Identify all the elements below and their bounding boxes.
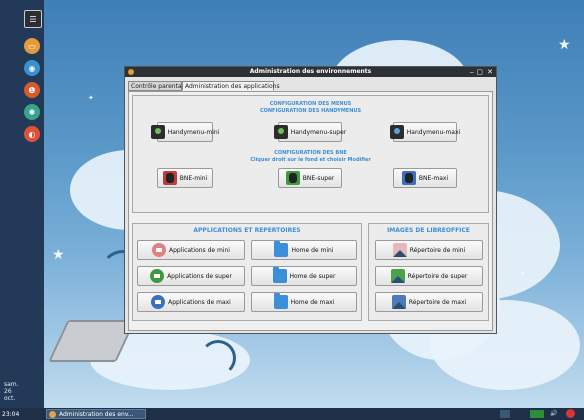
bne-subheading: Cliquer droit sur le fond et choisir Mod… [250,157,371,163]
menu-icon[interactable]: ☰ [24,10,42,28]
app-icon [152,243,167,257]
libreoffice-heading: IMAGES DE LIBREOFFICE [387,227,470,234]
tab-controle-parental[interactable]: Contrôle parental [128,81,183,91]
browser-launcher-icon[interactable]: ◉ [24,60,40,76]
character-icon [401,171,416,185]
spiral-decoration [200,340,236,376]
bne-mini-label: BNE-mini [179,174,208,182]
bne-heading: CONFIGURATION DES BNE [274,150,347,156]
tab-content: CONFIGURATION DES MENUS CONFIGURATION DE… [128,91,493,331]
applications-super-button[interactable]: Applications de super [137,266,245,286]
repertoire-super-label: Répertoire de super [407,272,468,280]
handymenu-super-button[interactable]: Handymenu-super [273,122,346,142]
left-panel: ☰ ▭ ◉ ❶ ✱ ◐ sam. 26 oct. [0,0,44,408]
character-icon [162,171,177,185]
star-decoration: ✦ [88,94,94,102]
applications-heading: APPLICATIONS ET REPERTOIRES [193,227,301,234]
bne-maxi-button[interactable]: BNE-maxi [393,168,457,188]
bne-super-label: BNE-super [302,174,335,182]
folder-launcher-icon[interactable]: ▭ [24,38,40,54]
date-month: oct. [4,395,16,402]
libreoffice-panel: IMAGES DE LIBREOFFICE Répertoire de mini… [368,223,489,321]
date-day: sam. [4,381,19,388]
home-super-label: Home de super [289,272,336,280]
handymenu-mini-label: Handymenu-mini [167,128,220,136]
volume-icon[interactable]: 🔊 [550,410,560,418]
power-icon[interactable] [566,409,575,418]
network-icon[interactable] [500,410,510,418]
repertoire-super-button[interactable]: Répertoire de super [375,266,483,286]
bne-maxi-label: BNE-maxi [418,174,449,182]
window-title: Administration des environnements [249,68,372,75]
applications-super-label: Applications de super [167,272,232,280]
star-decoration: ✦ [520,269,526,277]
app-icon [150,269,165,283]
battery-icon[interactable] [530,410,544,418]
app-launcher-icon[interactable]: ❶ [24,82,40,98]
handymenu-maxi-button[interactable]: Handymenu-maxi [389,122,461,142]
applications-mini-button[interactable]: Applications de mini [137,240,245,260]
handymenu-super-label: Handymenu-super [290,128,347,136]
home-maxi-label: Home de maxi [290,298,335,306]
star-decoration: ★ [52,247,65,263]
repertoire-mini-button[interactable]: Répertoire de mini [375,240,483,260]
close-icon[interactable]: ✕ [487,67,493,77]
home-folder-icon [272,267,287,283]
bne-super-button[interactable]: BNE-super [278,168,342,188]
home-mini-label: Home de mini [291,246,334,254]
repertoire-maxi-button[interactable]: Répertoire de maxi [375,292,483,312]
applications-panel: APPLICATIONS ET REPERTOIRES Applications… [132,223,362,321]
image-icon [391,295,406,309]
minimize-icon[interactable]: ‒ [470,67,474,77]
window-titlebar[interactable]: Administration des environnements ‒ ▢ ✕ [125,67,496,77]
applications-maxi-button[interactable]: Applications de maxi [137,292,245,312]
character-icon [285,171,300,185]
image-icon [392,243,407,257]
puzzle-icon [150,125,165,139]
menus-heading: CONFIGURATION DES MENUS [269,101,352,107]
settings-launcher-icon[interactable]: ✱ [24,104,40,120]
puzzle-icon [273,125,288,139]
tab-administration-applications[interactable]: Administration des applications [182,81,280,91]
home-folder-icon [274,241,289,257]
repertoire-maxi-label: Répertoire de maxi [408,298,467,306]
image-icon [390,269,405,283]
star-decoration: ★ [558,37,571,53]
clock: 23:04 [2,411,20,418]
toggle-launcher-icon[interactable]: ◐ [24,126,40,142]
handymenus-heading: CONFIGURATION DES HANDYMENUS [259,108,362,114]
applications-maxi-label: Applications de maxi [168,298,231,306]
home-maxi-button[interactable]: Home de maxi [251,292,357,312]
admin-window: Administration des environnements ‒ ▢ ✕ … [124,66,497,334]
maximize-icon[interactable]: ▢ [476,67,483,77]
date-display: sam. 26 oct. [4,381,44,402]
taskbar: 23:04 Administration des env... 🔊 [0,408,584,420]
handymenu-maxi-label: Handymenu-maxi [406,128,461,136]
handymenu-mini-button[interactable]: Handymenu-mini [150,122,219,142]
bne-mini-button[interactable]: BNE-mini [157,168,213,188]
repertoire-mini-label: Répertoire de mini [409,246,466,254]
home-super-button[interactable]: Home de super [251,266,357,286]
menus-panel: CONFIGURATION DES MENUS CONFIGURATION DE… [132,95,489,213]
taskbar-task-label: Administration des env... [59,411,134,418]
app-icon [151,295,166,309]
folder-icon [273,293,288,309]
taskbar-task-button[interactable]: Administration des env... [46,409,146,419]
applications-mini-label: Applications de mini [169,246,230,254]
puzzle-icon [389,125,404,139]
app-icon [49,411,56,418]
home-mini-button[interactable]: Home de mini [251,240,357,260]
date-number: 26 [4,388,12,395]
